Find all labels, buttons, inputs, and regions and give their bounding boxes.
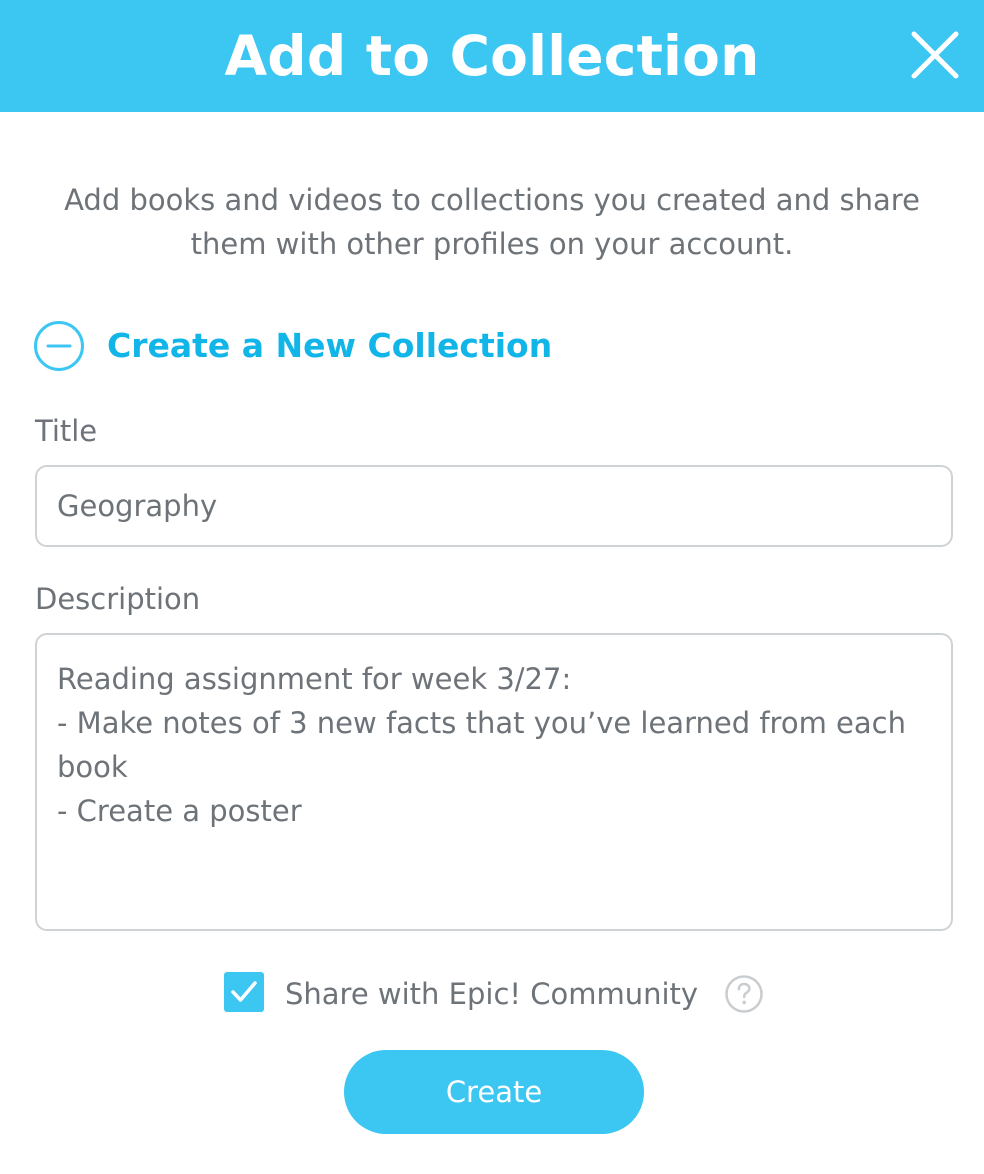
description-label: Description <box>35 582 201 616</box>
dialog-title: Add to Collection <box>224 24 760 88</box>
add-to-collection-dialog: Add to Collection Add books and videos t… <box>0 0 984 1174</box>
share-community-label[interactable]: Share with Epic! Community <box>285 972 698 1016</box>
share-community-checkbox[interactable] <box>224 972 264 1012</box>
close-icon <box>911 31 959 79</box>
description-textarea[interactable]: Reading assignment for week 3/27: - Make… <box>35 633 953 931</box>
dialog-header: Add to Collection <box>0 0 984 112</box>
intro-text: Add books and videos to collections you … <box>64 183 920 261</box>
create-new-collection-toggle[interactable]: Create a New Collection <box>33 318 553 374</box>
share-community-row: Share with Epic! Community <box>224 972 784 1016</box>
title-label: Title <box>35 414 98 448</box>
question-circle-icon[interactable] <box>724 974 764 1014</box>
minus-circle-icon <box>34 321 84 371</box>
create-button[interactable]: Create <box>344 1050 644 1134</box>
title-input[interactable] <box>35 465 953 547</box>
close-button[interactable] <box>900 20 970 90</box>
create-new-collection-label: Create a New Collection <box>107 326 553 365</box>
checkmark-icon <box>231 981 257 1002</box>
